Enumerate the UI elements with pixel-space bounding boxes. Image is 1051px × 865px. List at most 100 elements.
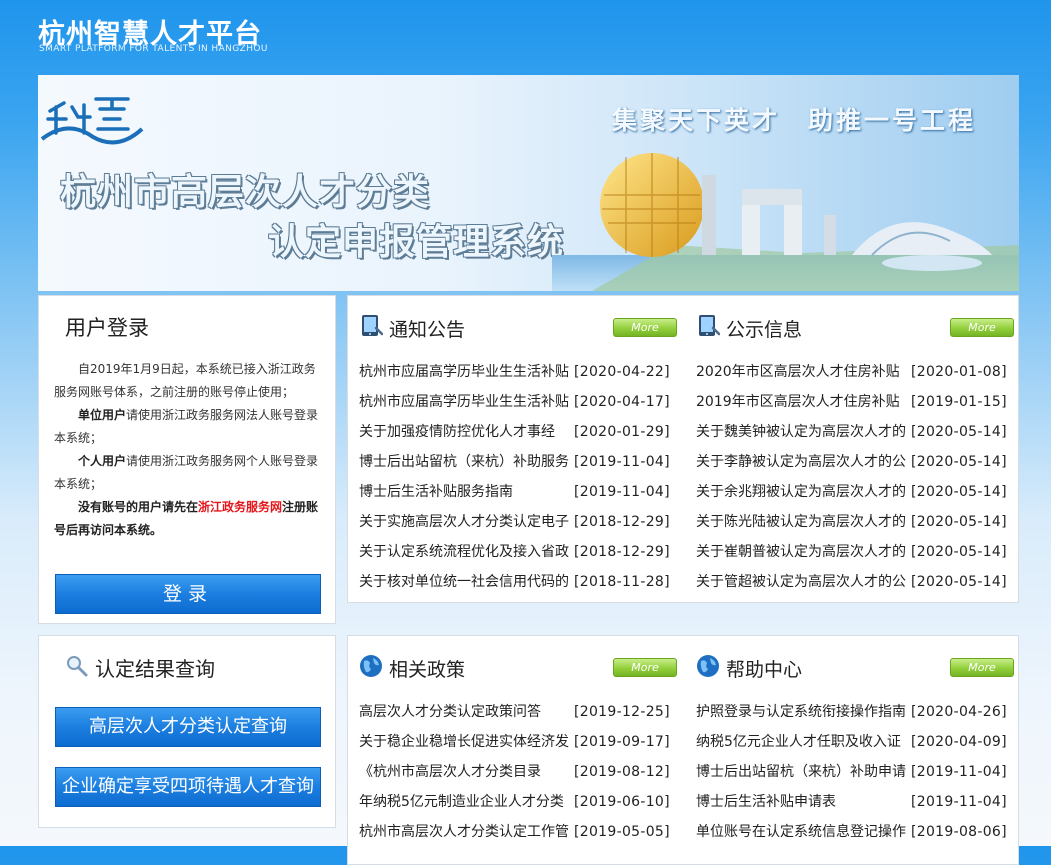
policy-header: 相关政策 More — [359, 654, 677, 681]
site-logo-subtitle: SMART PLATFORM FOR TALENTS IN HANGZHOU — [39, 44, 268, 54]
notice-list-item[interactable]: 博士后生活补贴服务指南 [2019-11-04] — [359, 477, 679, 507]
tablet-icon — [362, 315, 383, 336]
public-item-date: [2019-01-15] — [911, 394, 1007, 410]
notice-paragraph-3: 个人用户请使用浙江政务服务网个人账号登录本系统； — [54, 450, 324, 496]
public-item-title-link[interactable]: 关于管超被认定为高层次人才的公 — [696, 567, 908, 597]
public-item-title-link[interactable]: 2019年市区高层次人才住房补贴 — [696, 387, 908, 417]
notice-item-title-link[interactable]: 杭州市应届高学历毕业生生活补贴 — [359, 357, 571, 387]
policy-title: 相关政策 — [389, 659, 466, 681]
notice-header: 通知公告 More — [359, 314, 677, 341]
site-header: 杭州智慧人才平台 SMART PLATFORM FOR TALENTS IN H… — [0, 0, 1051, 75]
notice-item-title-link[interactable]: 关于实施高层次人才分类认定电子 — [359, 507, 571, 537]
public-list-item[interactable]: 关于魏美钟被认定为高层次人才的 [2020-05-14] — [696, 417, 1016, 447]
help-list-item[interactable]: 博士后生活补贴申请表 [2019-11-04] — [696, 787, 1016, 817]
public-list-item[interactable]: 2019年市区高层次人才住房补贴 [2019-01-15] — [696, 387, 1016, 417]
talent-classification-query-button[interactable]: 高层次人才分类认定查询 — [55, 707, 321, 747]
notice-item-title-link[interactable]: 博士后生活补贴服务指南 — [359, 477, 571, 507]
policy-item-title-link[interactable]: 杭州市高层次人才分类认定工作管 — [359, 817, 571, 847]
public-list-item[interactable]: 2020年市区高层次人才住房补贴 [2020-01-08] — [696, 357, 1016, 387]
public-list-item[interactable]: 关于李静被认定为高层次人才的公 [2020-05-14] — [696, 447, 1016, 477]
help-item-title-link[interactable]: 博士后出站留杭（来杭）补助申请 — [696, 757, 908, 787]
policy-item-date: [2019-06-10] — [574, 794, 670, 810]
policy-item-date: [2019-12-25] — [574, 704, 670, 720]
notice-list-item[interactable]: 关于实施高层次人才分类认定电子 [2018-12-29] — [359, 507, 679, 537]
policy-item-title-link[interactable]: 关于稳企业稳增长促进实体经济发 — [359, 727, 571, 757]
notice-item-date: [2020-04-22] — [574, 364, 670, 380]
help-item-date: [2019-11-04] — [911, 764, 1007, 780]
notice-list-item[interactable]: 博士后出站留杭（来杭）补助服务 [2019-11-04] — [359, 447, 679, 477]
globe-icon — [697, 655, 719, 677]
globe-icon — [360, 655, 382, 677]
notice-item-date: [2020-04-17] — [574, 394, 670, 410]
public-item-title-link[interactable]: 关于崔朝普被认定为高层次人才的 — [696, 537, 908, 567]
help-list-item[interactable]: 单位账号在认定系统信息登记操作 [2019-08-06] — [696, 817, 1016, 847]
unit-user-label: 单位用户 — [78, 408, 127, 422]
notice-list-item[interactable]: 杭州市应届高学历毕业生生活补贴 [2020-04-22] — [359, 357, 679, 387]
help-list-item[interactable]: 护照登录与认定系统衔接操作指南 [2020-04-26] — [696, 697, 1016, 727]
policy-more-button[interactable]: More — [613, 658, 677, 677]
notice-item-title-link[interactable]: 博士后出站留杭（来杭）补助服务 — [359, 447, 571, 477]
zjzwfw-link[interactable]: 浙江政务服务网 — [198, 500, 282, 514]
notice-paragraph-2: 单位用户请使用浙江政务服务网法人账号登录本系统； — [54, 404, 324, 450]
notice-item-title-link[interactable]: 杭州市应届高学历毕业生生活补贴 — [359, 387, 571, 417]
help-item-date: [2020-04-09] — [911, 734, 1007, 750]
public-list-item[interactable]: 关于陈光陆被认定为高层次人才的 [2020-05-14] — [696, 507, 1016, 537]
help-list: 护照登录与认定系统衔接操作指南 [2020-04-26] 纳税5亿元企业人才任职及收… — [696, 697, 1016, 847]
policy-item-title-link[interactable]: 高层次人才分类认定政策问答 — [359, 697, 571, 727]
hero-banner: 杭州市高层次人才分类 认定申报管理系统 集聚天下英才 助推一号工程 — [38, 75, 1019, 291]
notice-paragraph-4: 没有账号的用户请先在浙江政务服务网注册账号后再访问本系统。 — [54, 496, 324, 542]
hangzhou-emblem-icon — [40, 97, 144, 145]
public-more-button[interactable]: More — [950, 318, 1014, 337]
notice-paragraph-1: 自2019年1月9日起，本系统已接入浙江政务服务网账号体系，之前注册的账号停止使… — [54, 362, 316, 399]
policy-help-panel: 相关政策 More 高层次人才分类认定政策问答 [2019-12-25] 关于稳企业… — [347, 635, 1019, 865]
public-item-title-link[interactable]: 关于余兆翔被认定为高层次人才的 — [696, 477, 908, 507]
notice-list-item[interactable]: 关于加强疫情防控优化人才事经 [2020-01-29] — [359, 417, 679, 447]
public-item-date: [2020-05-14] — [911, 424, 1007, 440]
policy-item-title-link[interactable]: 《杭州市高层次人才分类目录 — [359, 757, 571, 787]
notice-item-date: [2018-12-29] — [574, 514, 670, 530]
public-item-date: [2020-05-14] — [911, 484, 1007, 500]
notice-item-title-link[interactable]: 关于认定系统流程优化及接入省政 — [359, 537, 571, 567]
notice-list-item[interactable]: 关于核对单位统一社会信用代码的 [2018-11-28] — [359, 567, 679, 597]
policy-list-item[interactable]: 《杭州市高层次人才分类目录 [2019-08-12] — [359, 757, 679, 787]
policy-list-item[interactable]: 年纳税5亿元制造业企业人才分类 [2019-06-10] — [359, 787, 679, 817]
public-item-title-link[interactable]: 关于魏美钟被认定为高层次人才的 — [696, 417, 908, 447]
notice-item-title-link[interactable]: 关于核对单位统一社会信用代码的 — [359, 567, 571, 597]
policy-item-date: [2019-08-12] — [574, 764, 670, 780]
help-item-title-link[interactable]: 纳税5亿元企业人才任职及收入证 — [696, 727, 908, 757]
notice-item-date: [2019-11-04] — [574, 454, 670, 470]
login-button[interactable]: 登录 — [55, 574, 321, 614]
public-item-title-link[interactable]: 关于陈光陆被认定为高层次人才的 — [696, 507, 908, 537]
help-item-title-link[interactable]: 护照登录与认定系统衔接操作指南 — [696, 697, 908, 727]
public-list: 2020年市区高层次人才住房补贴 [2020-01-08] 2019年市区高层次人才… — [696, 357, 1016, 597]
city-skyline-image — [552, 153, 1019, 291]
public-item-title-link[interactable]: 2020年市区高层次人才住房补贴 — [696, 357, 908, 387]
help-item-date: [2019-11-04] — [911, 794, 1007, 810]
policy-list-item[interactable]: 高层次人才分类认定政策问答 [2019-12-25] — [359, 697, 679, 727]
public-item-title-link[interactable]: 关于李静被认定为高层次人才的公 — [696, 447, 908, 477]
notice-more-button[interactable]: More — [613, 318, 677, 337]
policy-list: 高层次人才分类认定政策问答 [2019-12-25] 关于稳企业稳增长促进实体经济发… — [359, 697, 679, 847]
notice-list-item[interactable]: 杭州市应届高学历毕业生生活补贴 [2020-04-17] — [359, 387, 679, 417]
public-list-item[interactable]: 关于余兆翔被认定为高层次人才的 [2020-05-14] — [696, 477, 1016, 507]
policy-list-item[interactable]: 杭州市高层次人才分类认定工作管 [2019-05-05] — [359, 817, 679, 847]
public-list-item[interactable]: 关于管超被认定为高层次人才的公 [2020-05-14] — [696, 567, 1016, 597]
policy-list-item[interactable]: 关于稳企业稳增长促进实体经济发 [2019-09-17] — [359, 727, 679, 757]
notice-title: 通知公告 — [389, 319, 466, 341]
help-list-item[interactable]: 博士后出站留杭（来杭）补助申请 [2019-11-04] — [696, 757, 1016, 787]
public-item-date: [2020-05-14] — [911, 514, 1007, 530]
help-item-title-link[interactable]: 单位账号在认定系统信息登记操作 — [696, 817, 908, 847]
notice-list-item[interactable]: 关于认定系统流程优化及接入省政 [2018-12-29] — [359, 537, 679, 567]
policy-item-title-link[interactable]: 年纳税5亿元制造业企业人才分类 — [359, 787, 571, 817]
help-item-date: [2019-08-06] — [911, 824, 1007, 840]
public-list-item[interactable]: 关于崔朝普被认定为高层次人才的 [2020-05-14] — [696, 537, 1016, 567]
notice-item-title-link[interactable]: 关于加强疫情防控优化人才事经 — [359, 417, 571, 447]
public-item-date: [2020-05-14] — [911, 544, 1007, 560]
help-item-title-link[interactable]: 博士后生活补贴申请表 — [696, 787, 908, 817]
personal-user-label: 个人用户 — [78, 454, 127, 468]
help-list-item[interactable]: 纳税5亿元企业人才任职及收入证 [2020-04-09] — [696, 727, 1016, 757]
help-more-button[interactable]: More — [950, 658, 1014, 677]
enterprise-talent-query-button[interactable]: 企业确定享受四项待遇人才查询 — [55, 767, 321, 807]
login-panel: 用户登录 自2019年1月9日起，本系统已接入浙江政务服务网账号体系，之前注册的… — [38, 295, 336, 624]
public-title: 公示信息 — [726, 319, 803, 341]
